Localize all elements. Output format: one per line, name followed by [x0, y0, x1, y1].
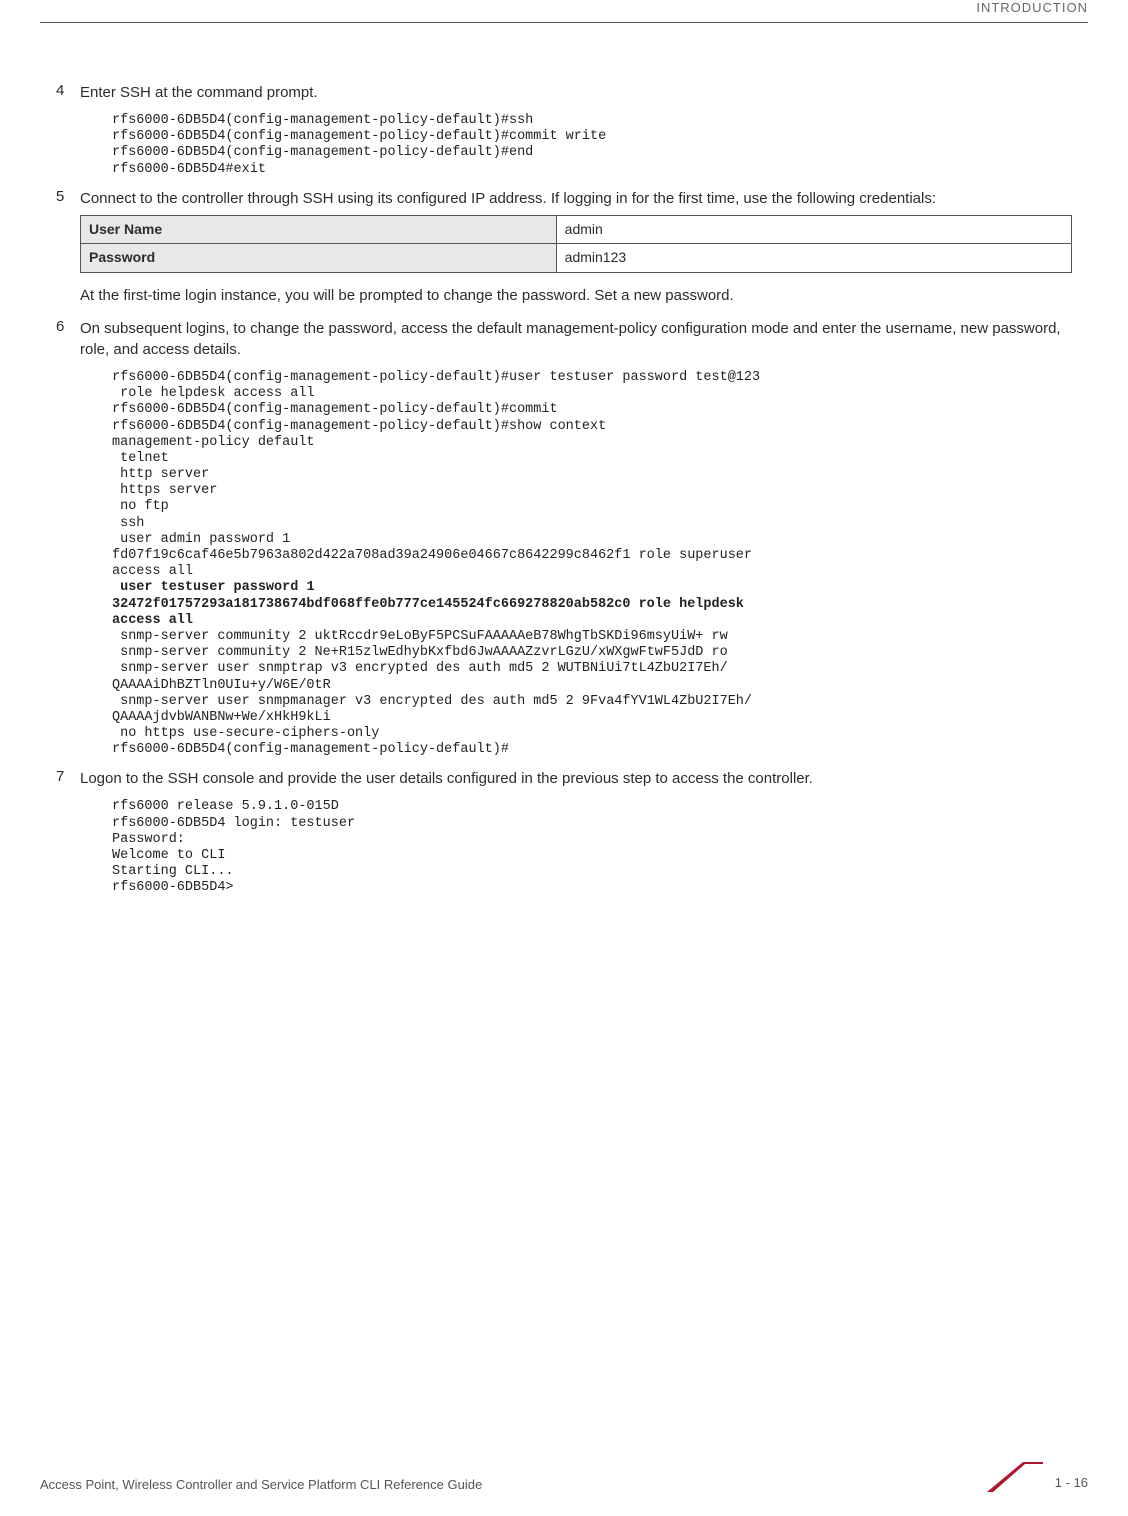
password-label: Password	[81, 244, 557, 273]
step-7-num: 7	[56, 768, 80, 795]
step-7-text: Logon to the SSH console and provide the…	[80, 768, 1072, 789]
step-5-num: 5	[56, 188, 80, 306]
page-number: 1 - 16	[1055, 1475, 1088, 1492]
footer-right: 1 - 16	[987, 1462, 1088, 1492]
code-block-6b: user testuser password 1 32472f01757293a…	[112, 580, 1072, 629]
step-5-body: Connect to the controller through SSH us…	[80, 188, 1072, 306]
header-rule	[40, 22, 1088, 23]
step-5-text: Connect to the controller through SSH us…	[80, 188, 1072, 209]
step-6-body: On subsequent logins, to change the pass…	[80, 318, 1072, 366]
step-5-note: At the first-time login instance, you wi…	[80, 285, 1072, 306]
code-block-4: rfs6000-6DB5D4(config-management-policy-…	[112, 113, 1072, 178]
step-6-num: 6	[56, 318, 80, 366]
step-6: 6 On subsequent logins, to change the pa…	[56, 318, 1072, 366]
table-row: Password admin123	[81, 244, 1072, 273]
content: 4 Enter SSH at the command prompt. rfs60…	[56, 82, 1072, 907]
step-4-text: Enter SSH at the command prompt.	[80, 82, 1072, 103]
table-row: User Name admin	[81, 215, 1072, 244]
credentials-table: User Name admin Password admin123	[80, 215, 1072, 273]
step-7: 7 Logon to the SSH console and provide t…	[56, 768, 1072, 795]
footer: Access Point, Wireless Controller and Se…	[40, 1462, 1088, 1492]
code-block-7: rfs6000 release 5.9.1.0-015D rfs6000-6DB…	[112, 799, 1072, 896]
footer-title: Access Point, Wireless Controller and Se…	[40, 1477, 482, 1492]
step-4-num: 4	[56, 82, 80, 109]
password-value: admin123	[556, 244, 1071, 273]
step-4: 4 Enter SSH at the command prompt.	[56, 82, 1072, 109]
step-7-body: Logon to the SSH console and provide the…	[80, 768, 1072, 795]
step-5: 5 Connect to the controller through SSH …	[56, 188, 1072, 306]
step-6-text: On subsequent logins, to change the pass…	[80, 318, 1072, 360]
code-block-6a: rfs6000-6DB5D4(config-management-policy-…	[112, 370, 1072, 580]
code-block-6c: snmp-server community 2 uktRccdr9eLoByF5…	[112, 629, 1072, 759]
page-mark-icon	[987, 1462, 1043, 1492]
step-4-body: Enter SSH at the command prompt.	[80, 82, 1072, 109]
username-label: User Name	[81, 215, 557, 244]
header-section: INTRODUCTION	[976, 0, 1088, 15]
username-value: admin	[556, 215, 1071, 244]
